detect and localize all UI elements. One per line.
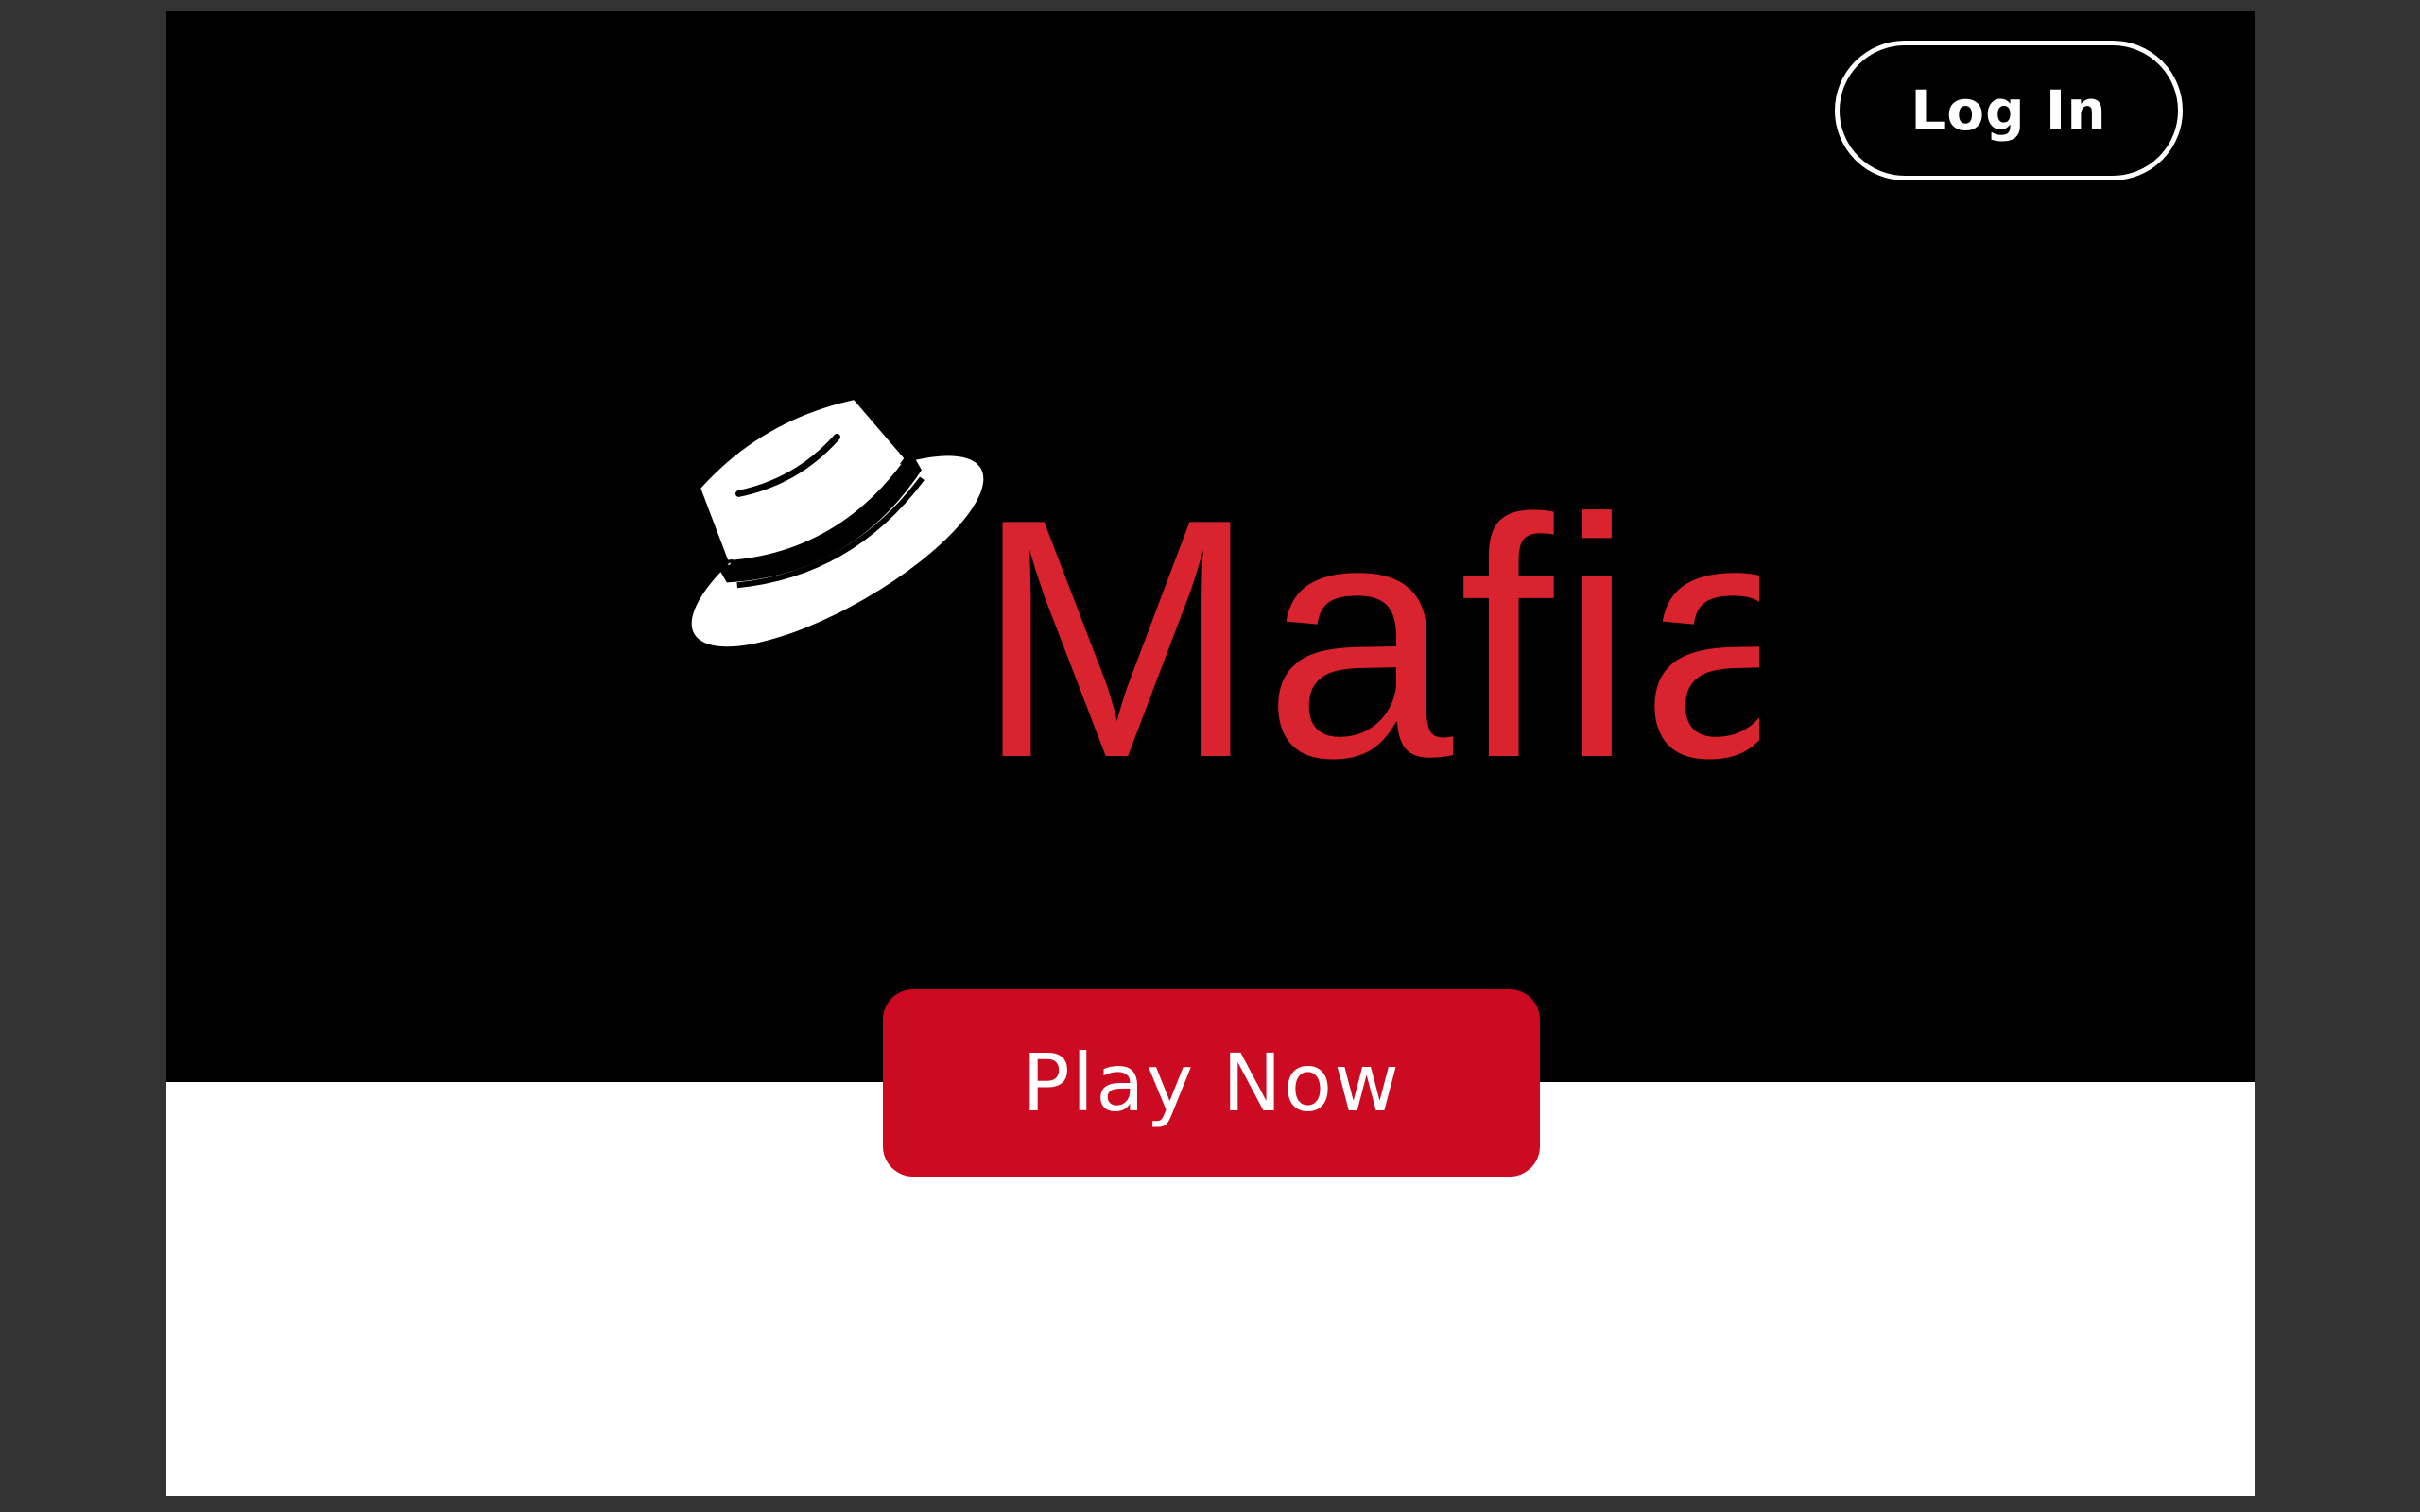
landing-page: Log In Mafia Play Now [166,11,2255,1496]
login-button[interactable]: Log In [1835,41,2183,180]
login-label: Log In [1910,78,2107,143]
play-now-button[interactable]: Play Now [883,989,1540,1177]
brand-name: Mafia [975,449,1759,784]
fedora-hat-icon [691,400,984,647]
play-now-label: Play Now [1022,1037,1401,1129]
brand-logo: Mafia [644,369,1759,784]
